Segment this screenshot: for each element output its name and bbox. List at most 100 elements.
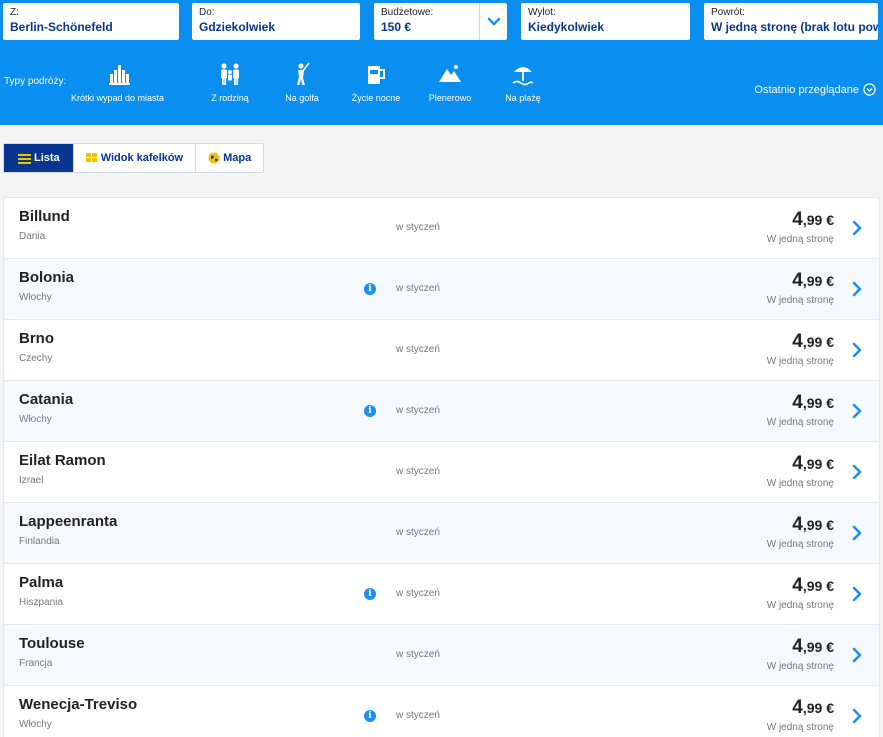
destination-country: Hiszpania	[19, 597, 63, 608]
departure-value: Kiedykolwiek	[528, 20, 605, 34]
globe-icon	[208, 152, 220, 164]
trip-types-label: Typy podróży:	[4, 76, 67, 87]
destination-country: Czechy	[19, 353, 53, 364]
budget-field[interactable]: Budżetowe: 150 €	[374, 3, 507, 40]
info-icon[interactable]: i	[364, 588, 376, 600]
destination-country: Włochy	[19, 719, 52, 730]
chevron-right-icon[interactable]	[851, 707, 863, 725]
from-value: Berlin-Schönefeld	[10, 20, 113, 34]
fare-type: W jedną stronę	[766, 600, 834, 611]
trip-type-family[interactable]: Z rodziną	[200, 62, 260, 103]
tab-tiles[interactable]: Widok kafelków	[74, 144, 197, 172]
travel-month: w styczeń	[396, 222, 440, 233]
travel-month: w styczeń	[396, 466, 440, 477]
to-field[interactable]: Do: Gdziekolwiek	[192, 3, 360, 40]
destination-country: Izrael	[19, 475, 44, 486]
price: 4,99 €	[792, 514, 834, 536]
price-integer: 4	[792, 392, 803, 413]
info-icon[interactable]: i	[364, 283, 376, 295]
from-label: Z:	[10, 7, 19, 18]
destination-city: Lappeenranta	[19, 513, 118, 530]
result-row[interactable]: Eilat Ramon Izrael w styczeń 4,99 € W jedną …	[3, 442, 880, 503]
list-icon	[18, 153, 31, 164]
price-integer: 4	[792, 270, 803, 291]
trip-type-label: Krótki wypad do miasta	[71, 93, 165, 103]
to-value: Gdziekolwiek	[199, 20, 276, 34]
trip-type-nightlife[interactable]: Życie nocne	[348, 62, 404, 103]
result-row[interactable]: Bolonia Włochy i w styczeń 4,99 € W jedną str…	[3, 259, 880, 320]
travel-month: w styczeń	[396, 588, 440, 599]
trip-type-label: Plenerowo	[428, 93, 472, 103]
chevron-right-icon[interactable]	[851, 463, 863, 481]
price-decimal: ,99 €	[802, 334, 834, 350]
results-list: Billund Dania w styczeń 4,99 € W jedną stron…	[3, 197, 880, 737]
from-field[interactable]: Z: Berlin-Schönefeld	[3, 3, 179, 40]
trip-type-city[interactable]: Krótki wypad do miasta	[71, 62, 164, 103]
destination-country: Francja	[19, 658, 53, 669]
chevron-right-icon[interactable]	[851, 646, 863, 664]
golf-icon	[297, 62, 310, 85]
result-row[interactable]: Toulouse Francja w styczeń 4,99 € W jedną st…	[3, 625, 880, 686]
fare-type: W jedną stronę	[766, 539, 834, 550]
trip-type-label: Z rodziną	[211, 93, 249, 103]
price: 4,99 €	[792, 697, 834, 719]
chevron-right-icon[interactable]	[851, 585, 863, 603]
destination-city: Toulouse	[19, 635, 85, 652]
chevron-right-icon[interactable]	[851, 402, 863, 420]
price-integer: 4	[792, 453, 803, 474]
result-row[interactable]: Palma Hiszpania i w styczeń 4,99 € W jedną st…	[3, 564, 880, 625]
result-row[interactable]: Billund Dania w styczeń 4,99 € W jedną stron…	[3, 197, 880, 259]
chevron-right-icon[interactable]	[851, 524, 863, 542]
departure-label: Wylot:	[528, 7, 556, 18]
result-row[interactable]: Wenecja-Treviso Włochy i w styczeń 4,99 € W j…	[3, 686, 880, 737]
price: 4,99 €	[792, 270, 834, 292]
family-icon	[221, 63, 239, 85]
trip-type-outdoor[interactable]: Plenerowo	[425, 62, 475, 103]
tab-map[interactable]: Mapa	[196, 144, 263, 172]
destination-country: Dania	[19, 231, 46, 242]
recently-viewed-toggle[interactable]: Ostatnio przeglądane	[754, 83, 876, 96]
price-decimal: ,99 €	[802, 639, 834, 655]
chevron-down-icon	[487, 17, 500, 26]
fare-type: W jedną stronę	[766, 356, 834, 367]
price: 4,99 €	[792, 575, 834, 597]
price-integer: 4	[792, 636, 803, 657]
tab-list[interactable]: Lista	[4, 144, 74, 172]
nightlife-icon	[368, 66, 385, 84]
chevron-right-icon[interactable]	[851, 219, 863, 237]
trip-type-beach[interactable]: Na plażę	[500, 62, 546, 103]
chevron-right-icon[interactable]	[851, 341, 863, 359]
search-header: Z: Berlin-Schönefeld Do: Gdziekolwiek Bu…	[0, 0, 883, 125]
price-decimal: ,99 €	[802, 517, 834, 533]
travel-month: w styczeń	[396, 527, 440, 538]
price: 4,99 €	[792, 209, 834, 231]
price: 4,99 €	[792, 392, 834, 414]
chevron-right-icon[interactable]	[851, 280, 863, 298]
trip-type-golf[interactable]: Na golfa	[277, 62, 327, 103]
price-decimal: ,99 €	[802, 212, 834, 228]
price-decimal: ,99 €	[802, 700, 834, 716]
result-row[interactable]: Brno Czechy w styczeń 4,99 € W jedną stronę	[3, 320, 880, 381]
info-icon[interactable]: i	[364, 710, 376, 722]
fare-type: W jedną stronę	[766, 417, 834, 428]
price-integer: 4	[792, 514, 803, 535]
price-decimal: ,99 €	[802, 273, 834, 289]
destination-country: Włochy	[19, 292, 52, 303]
travel-month: w styczeń	[396, 344, 440, 355]
destination-city: Wenecja-Treviso	[19, 696, 138, 713]
price-integer: 4	[792, 209, 803, 230]
budget-dropdown-button[interactable]	[479, 3, 507, 40]
return-value: W jedną stronę (brak lotu pow	[711, 20, 878, 34]
info-icon[interactable]: i	[364, 405, 376, 417]
fare-type: W jedną stronę	[766, 661, 834, 672]
beach-icon	[512, 67, 534, 86]
destination-city: Catania	[19, 391, 74, 408]
departure-field[interactable]: Wylot: Kiedykolwiek	[521, 3, 690, 40]
destination-city: Billund	[19, 208, 70, 225]
result-row[interactable]: Catania Włochy i w styczeń 4,99 € W jedną str…	[3, 381, 880, 442]
recently-viewed-label: Ostatnio przeglądane	[754, 83, 859, 96]
result-row[interactable]: Lappeenranta Finlandia w styczeń 4,99 € W je…	[3, 503, 880, 564]
return-field[interactable]: Powrót: W jedną stronę (brak lotu pow	[704, 3, 878, 40]
destination-city: Brno	[19, 330, 54, 347]
destination-country: Finlandia	[19, 536, 60, 547]
